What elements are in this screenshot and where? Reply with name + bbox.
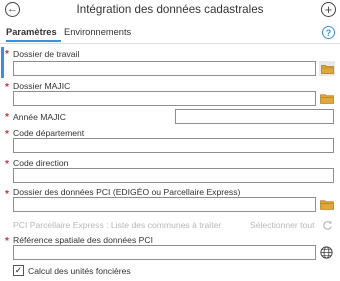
- tool-title: Intégration des données cadastrales: [76, 3, 264, 16]
- tool-header: ← Intégration des données cadastrales +: [0, 0, 340, 22]
- back-arrow-icon[interactable]: ←: [5, 2, 20, 17]
- tab-environments[interactable]: Environnements: [64, 27, 131, 37]
- select-all-link[interactable]: Sélectionner tout: [250, 220, 315, 230]
- dossier-majic-label: Dossier MAJIC: [13, 81, 71, 91]
- required-marker: *: [5, 236, 9, 247]
- dossier-travail-browse-button[interactable]: [319, 61, 335, 76]
- globe-icon[interactable]: [320, 246, 333, 259]
- dossier-travail-label: Dossier de travail: [13, 49, 80, 59]
- refresh-icon[interactable]: [322, 220, 333, 231]
- annee-majic-field[interactable]: [175, 109, 334, 124]
- calcul-unites-checkbox[interactable]: ✓: [13, 265, 24, 276]
- required-marker: *: [5, 82, 9, 93]
- tab-bar: Paramètres Environnements ?: [0, 25, 340, 43]
- required-marker: *: [5, 49, 9, 60]
- calcul-unites-label: Calcul des unités foncières: [28, 266, 131, 276]
- folder-icon[interactable]: [320, 199, 334, 210]
- folder-icon: [320, 64, 334, 74]
- required-marker: *: [5, 159, 9, 170]
- dossier-travail-field[interactable]: [13, 61, 316, 76]
- reference-spatiale-field[interactable]: [13, 245, 316, 260]
- annee-majic-input[interactable]: [176, 110, 333, 123]
- folder-icon[interactable]: [320, 93, 334, 104]
- selected-parameter-indicator: [1, 47, 4, 78]
- reference-spatiale-input[interactable]: [14, 246, 315, 259]
- checkmark-icon: ✓: [14, 265, 23, 275]
- code-direction-field[interactable]: [13, 168, 334, 183]
- tab-parameters[interactable]: Paramètres: [6, 27, 57, 37]
- help-icon[interactable]: ?: [322, 26, 335, 39]
- code-departement-label: Code département: [13, 128, 85, 138]
- dossier-majic-input[interactable]: [14, 92, 315, 105]
- code-direction-label: Code direction: [13, 158, 69, 168]
- required-marker: *: [5, 129, 9, 140]
- code-direction-input[interactable]: [14, 169, 333, 182]
- required-marker: *: [5, 112, 9, 123]
- dossier-majic-field[interactable]: [13, 91, 316, 106]
- dossier-pci-input[interactable]: [14, 198, 315, 211]
- code-departement-input[interactable]: [14, 139, 333, 152]
- dossier-pci-field[interactable]: [13, 197, 316, 212]
- active-tab-indicator: [6, 40, 61, 42]
- annee-majic-label: Année MAJIC: [13, 112, 67, 122]
- dossier-travail-input[interactable]: [14, 62, 315, 75]
- code-departement-field[interactable]: [13, 138, 334, 153]
- required-marker: *: [5, 189, 9, 200]
- liste-communes-label: PCI Parcellaire Express : Liste des comm…: [13, 220, 222, 230]
- reference-spatiale-label: Référence spatiale des données PCI: [13, 235, 153, 245]
- dossier-pci-label: Dossier des données PCI (EDIGÉO ou Parce…: [13, 187, 241, 197]
- tabs-divider: [0, 43, 340, 44]
- add-icon[interactable]: +: [321, 2, 336, 17]
